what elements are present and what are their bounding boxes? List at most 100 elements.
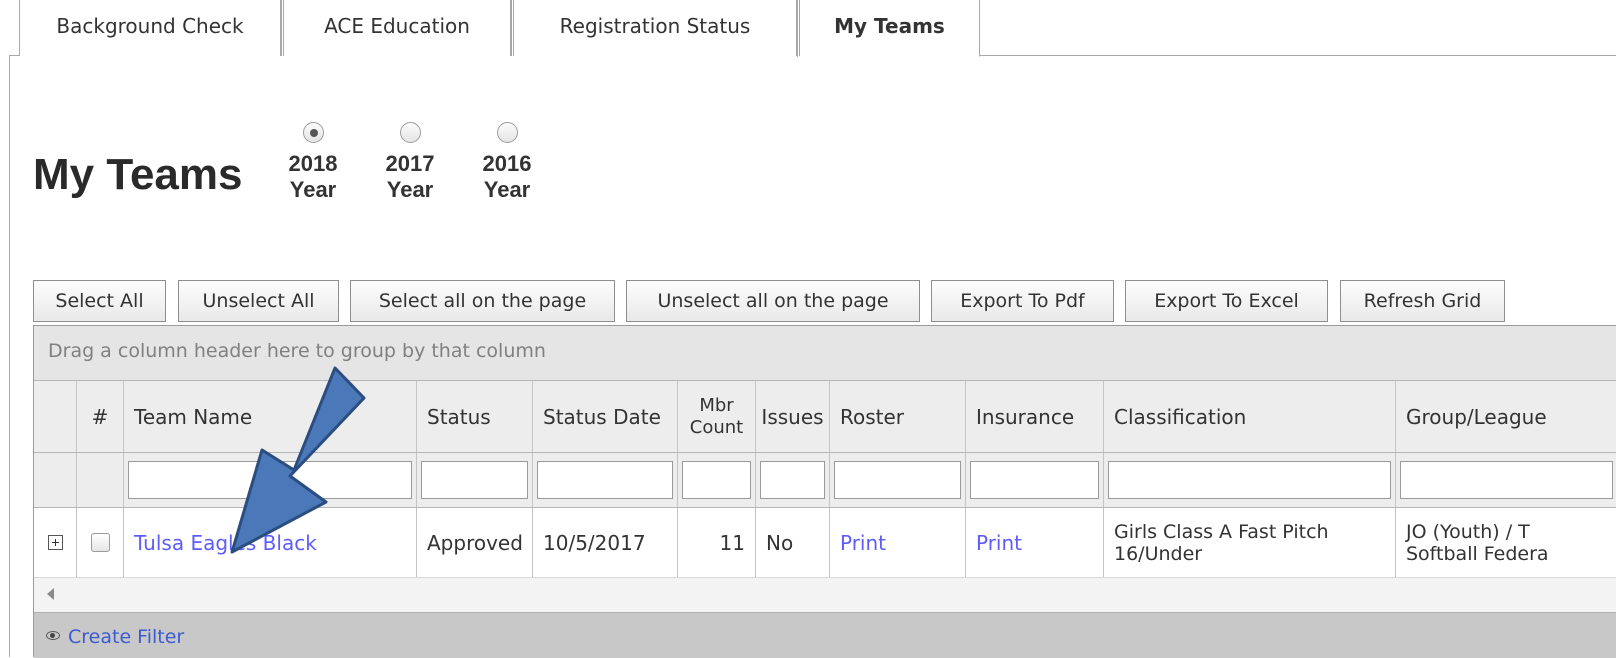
group-league-value: Softball Federa: [1406, 542, 1549, 565]
filter-cell: [756, 453, 830, 507]
mbr-count-cell: 11: [678, 508, 756, 577]
unselect-all-page-button[interactable]: Unselect all on the page: [626, 280, 920, 322]
year-value: 2017: [385, 151, 435, 176]
create-filter-link[interactable]: Create Filter: [68, 626, 184, 648]
horizontal-scrollbar[interactable]: [34, 578, 1616, 612]
filter-cell: [124, 453, 417, 507]
header-label: Team Name: [134, 404, 253, 429]
status-date-filter-input[interactable]: [537, 461, 673, 499]
header-label: Roster: [840, 404, 905, 429]
team-name-cell: Tulsa Eagles Black: [124, 508, 417, 577]
tab-background-check[interactable]: Background Check: [19, 0, 281, 56]
header-label: #: [91, 404, 109, 429]
issues-value: No: [766, 530, 794, 555]
header-label: Issues: [761, 404, 824, 429]
group-hint: Drag a column header here to group by th…: [48, 340, 546, 362]
scroll-left-icon[interactable]: [47, 588, 54, 600]
tab-label: Registration Status: [559, 14, 751, 38]
group-league-filter-input[interactable]: [1400, 461, 1613, 499]
tab-ace-education[interactable]: ACE Education: [281, 0, 511, 56]
insurance-print-link[interactable]: Print: [976, 531, 1022, 555]
column-header-group-league[interactable]: Group/League: [1396, 381, 1616, 452]
export-pdf-button[interactable]: Export To Pdf: [931, 280, 1114, 322]
status-date-cell: 10/5/2017: [533, 508, 678, 577]
roster-print-link[interactable]: Print: [840, 531, 886, 555]
year-value: 2016: [482, 151, 532, 176]
issues-cell: No: [756, 508, 830, 577]
team-name-link[interactable]: Tulsa Eagles Black: [134, 531, 317, 555]
column-header-insurance[interactable]: Insurance: [966, 381, 1104, 452]
issues-filter-input[interactable]: [760, 461, 825, 499]
unselect-all-button[interactable]: Unselect All: [178, 280, 339, 322]
mbr-count-filter-input[interactable]: [682, 461, 751, 499]
radio-icon[interactable]: [399, 122, 421, 143]
header-label: Group/League: [1406, 404, 1547, 429]
tab-my-teams[interactable]: My Teams: [797, 0, 980, 57]
filter-cell: [678, 453, 756, 507]
my-teams-page: Background Check ACE Education Registrat…: [0, 0, 1616, 658]
tab-label: ACE Education: [324, 14, 470, 38]
column-header-status-date[interactable]: Status Date: [533, 381, 678, 452]
status-value: Approved: [427, 530, 523, 555]
grid-filter-row: [34, 453, 1616, 508]
classification-cell: Girls Class A Fast Pitch 16/Under: [1104, 508, 1396, 577]
tab-registration-status[interactable]: Registration Status: [511, 0, 797, 56]
insurance-filter-input[interactable]: [970, 461, 1099, 499]
year-option-2017[interactable]: 2017 Year: [375, 122, 445, 203]
status-date-value: 10/5/2017: [543, 530, 646, 555]
page-title: My Teams: [33, 150, 243, 199]
column-header-roster[interactable]: Roster: [830, 381, 966, 452]
group-by-bar[interactable]: Drag a column header here to group by th…: [34, 326, 1616, 381]
tab-label: My Teams: [834, 14, 945, 38]
column-header-classification[interactable]: Classification: [1104, 381, 1396, 452]
year-option-2018[interactable]: 2018 Year: [278, 122, 348, 203]
panel-border: [9, 56, 10, 657]
filter-cell: [830, 453, 966, 507]
radio-icon[interactable]: [496, 122, 518, 143]
year-unit: Year: [289, 177, 337, 202]
group-league-value: JO (Youth) / T: [1406, 520, 1530, 543]
radio-icon-selected[interactable]: [302, 122, 324, 143]
table-row: Tulsa Eagles Black Approved 10/5/2017 11…: [34, 508, 1616, 578]
column-header-issues[interactable]: Issues: [756, 381, 830, 452]
filter-spacer: [77, 453, 124, 507]
column-header-mbr-count[interactable]: Mbr Count: [678, 381, 756, 452]
header-label: Mbr: [699, 394, 734, 416]
header-label: Classification: [1114, 404, 1247, 429]
status-filter-input[interactable]: [421, 461, 528, 499]
select-all-page-button[interactable]: Select all on the page: [350, 280, 615, 322]
row-select-checkbox[interactable]: [90, 533, 110, 552]
expand-cell: [34, 508, 77, 577]
filter-cell: [533, 453, 678, 507]
expand-row-icon[interactable]: [47, 535, 63, 550]
tab-bar: Background Check ACE Education Registrat…: [9, 0, 1616, 57]
filter-spacer: [34, 453, 77, 507]
header-label: Count: [689, 416, 744, 438]
classification-value: Girls Class A Fast Pitch 16/Under: [1114, 520, 1329, 565]
team-name-filter-input[interactable]: [128, 461, 412, 499]
year-unit: Year: [483, 177, 531, 202]
year-option-2016[interactable]: 2016 Year: [472, 122, 542, 203]
filter-cell: [966, 453, 1104, 507]
column-header-num[interactable]: #: [77, 381, 124, 452]
column-header-status[interactable]: Status: [417, 381, 533, 452]
header-label: Status Date: [543, 404, 661, 429]
mbr-count-value: 11: [719, 530, 745, 555]
year-value: 2018: [288, 151, 338, 176]
refresh-grid-button[interactable]: Refresh Grid: [1340, 280, 1505, 322]
classification-filter-input[interactable]: [1108, 461, 1391, 499]
grid-footer: Create Filter: [34, 612, 1616, 658]
tab-label: Background Check: [56, 14, 244, 38]
column-header-team-name[interactable]: Team Name: [124, 381, 417, 452]
eye-icon: [46, 631, 60, 640]
expand-column-header: [34, 381, 77, 452]
roster-filter-input[interactable]: [834, 461, 961, 499]
filter-cell: [417, 453, 533, 507]
export-excel-button[interactable]: Export To Excel: [1125, 280, 1328, 322]
group-league-cell: JO (Youth) / T Softball Federa: [1396, 508, 1616, 577]
filter-cell: [1104, 453, 1396, 507]
select-all-button[interactable]: Select All: [33, 280, 166, 322]
filter-cell: [1396, 453, 1616, 507]
insurance-cell: Print: [966, 508, 1104, 577]
grid-header-row: # Team Name Status Status Date Mbr Count…: [34, 381, 1616, 453]
